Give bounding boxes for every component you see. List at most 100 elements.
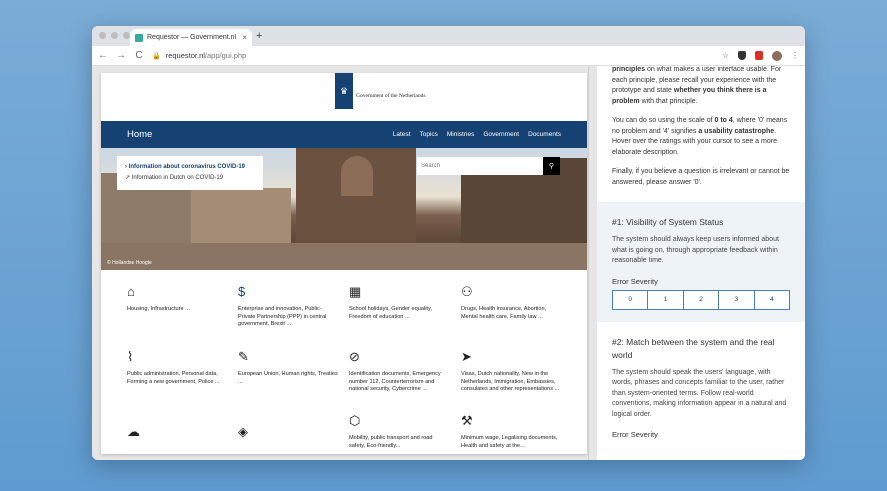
topic-public-admin[interactable]: ⌇ Public administration, Personal data, … xyxy=(127,349,227,386)
intro-paragraph-1: principles on what makes a user interfac… xyxy=(612,66,791,107)
questionnaire-panel: principles on what makes a user interfac… xyxy=(597,66,805,460)
intro-text-1d: with that principle. xyxy=(639,97,698,105)
dollar-icon: $ xyxy=(238,284,246,299)
gov-name: Government of the Netherlands xyxy=(356,93,426,99)
topic-education[interactable]: ▦ School holidays, Gender equality, Free… xyxy=(349,284,449,321)
topic-text: Housing, Infrastructure ... xyxy=(127,306,190,312)
intro-bold-scale: 0 to 4 xyxy=(714,117,733,124)
wrench-icon: ⚒ xyxy=(461,413,473,428)
topic-eu[interactable]: ✎ European Union, Human rights, Treaties… xyxy=(238,349,338,386)
topic-enterprise[interactable]: $ Enterprise and innovation, Public-Priv… xyxy=(238,284,338,329)
back-icon[interactable]: ← xyxy=(98,50,108,61)
topic-mobility[interactable]: ⬡ Mobility, public transport and road sa… xyxy=(349,413,449,450)
close-window-button[interactable] xyxy=(99,32,106,39)
lock-icon: 🔒 xyxy=(152,52,161,60)
severity-scale: 0 1 2 3 4 xyxy=(612,289,790,310)
favicon-icon xyxy=(135,33,143,42)
topic-text: Mobility, public transport and road safe… xyxy=(349,435,433,449)
covid-box: › Information about coronavirus COVID-19… xyxy=(117,156,263,190)
extension-icon[interactable] xyxy=(755,51,763,60)
box-icon: ⬡ xyxy=(349,413,361,428)
building-tower xyxy=(341,156,373,196)
topic-text: Drugs, Health insurance, Abortion, Menta… xyxy=(461,306,547,320)
browser-tab[interactable]: Requestor — Government.nl D × xyxy=(130,29,252,46)
url-domain: requestor.nl xyxy=(165,51,205,60)
hero-image: › Information about coronavirus COVID-19… xyxy=(101,148,587,270)
topic-layers[interactable]: ◈ xyxy=(238,424,338,446)
topics-grid: ⌂ Housing, Infrastructure ... $ Enterpri… xyxy=(101,270,587,454)
url-field[interactable]: 🔒 requestor.nl/app/gui.php xyxy=(152,51,714,60)
topic-housing[interactable]: ⌂ Housing, Infrastructure ... xyxy=(127,285,227,314)
covid-link-en[interactable]: › Information about coronavirus COVID-19 xyxy=(125,162,255,173)
nav-topics[interactable]: Topics xyxy=(419,131,437,138)
topic-visas[interactable]: ➤ Visas, Dutch nationality, New in the N… xyxy=(461,349,561,394)
panel-divider xyxy=(588,66,589,460)
send-icon: ➤ xyxy=(461,349,472,364)
topic-identification[interactable]: ⊘ Identification documents, Emergency nu… xyxy=(349,349,449,394)
edit-icon: ✎ xyxy=(238,349,249,364)
cloud-icon: ☁ xyxy=(127,424,140,439)
topic-text: Public administration, Personal data, Fo… xyxy=(127,371,220,385)
crest-logo-icon[interactable]: ♛ xyxy=(335,73,353,109)
nav-ministries[interactable]: Ministries xyxy=(447,131,474,138)
avatar[interactable] xyxy=(772,50,782,61)
address-bar-row: ← → C 🔒 requestor.nl/app/gui.php ☆ ⋮ xyxy=(92,46,805,66)
people-icon: ⚇ xyxy=(461,284,473,299)
topic-climate[interactable]: ☁ xyxy=(127,424,227,446)
tab-title: Requestor — Government.nl D xyxy=(147,34,239,41)
principle-description: The system should always keep users info… xyxy=(612,236,779,264)
intro-paragraph-3: Finally, if you believe a question is ir… xyxy=(612,168,790,186)
principle-description: The system should speak the users' langu… xyxy=(612,368,787,418)
no-entry-icon: ⊘ xyxy=(349,349,360,364)
url-path: /app/gui.php xyxy=(204,51,247,60)
building-mid-left xyxy=(191,188,291,243)
nav-latest[interactable]: Latest xyxy=(393,131,411,138)
search-input[interactable] xyxy=(417,157,543,175)
browser-window: Requestor — Government.nl D × + ← → C 🔒 … xyxy=(92,26,805,460)
intro-text-2a: You can do so using the scale of xyxy=(612,117,715,124)
severity-option-1[interactable]: 1 xyxy=(647,290,683,309)
minimize-window-button[interactable] xyxy=(111,32,118,39)
principle-2: #2: Match between the system and the rea… xyxy=(597,321,805,455)
toolbar-icons: ☆ ⋮ xyxy=(722,50,799,61)
tab-bar: Requestor — Government.nl D × + xyxy=(92,26,805,46)
layers-icon: ◈ xyxy=(238,424,248,439)
intro-paragraph-2: You can do so using the scale of 0 to 4,… xyxy=(612,116,791,158)
covid-link-nl-text: Information in Dutch on COVID-19 xyxy=(131,175,224,181)
prototype-frame: ♛ Government of the Netherlands Home Lat… xyxy=(101,73,587,454)
severity-option-3[interactable]: 3 xyxy=(718,290,754,309)
covid-link-en-text: Information about coronavirus COVID-19 xyxy=(128,164,246,170)
window-controls xyxy=(99,32,130,39)
topic-text: Minimum wage, Legalising documents, Heal… xyxy=(461,435,558,449)
new-tab-button[interactable]: + xyxy=(256,30,262,42)
topic-text: Visas, Dutch nationality, New in the Net… xyxy=(461,371,560,392)
severity-label: Error Severity xyxy=(612,276,658,286)
tab-close-icon[interactable]: × xyxy=(242,33,247,42)
principle-title: #2: Match between the system and the rea… xyxy=(612,336,775,360)
topic-text: School holidays, Gender equality, Freedo… xyxy=(349,306,432,320)
bookmark-star-icon[interactable]: ☆ xyxy=(722,51,729,60)
nav-documents[interactable]: Documents xyxy=(528,131,561,138)
covid-link-nl[interactable]: ↗ Information in Dutch on COVID-19 xyxy=(125,173,255,184)
severity-option-0[interactable]: 0 xyxy=(613,290,648,309)
severity-option-2[interactable]: 2 xyxy=(682,290,719,309)
reload-icon[interactable]: C xyxy=(134,50,144,61)
principle-1: #1: Visibility of System Status The syst… xyxy=(597,202,805,322)
menu-icon[interactable]: ⋮ xyxy=(791,51,799,60)
search-icon[interactable]: ⚲ xyxy=(543,157,560,175)
nav-government[interactable]: Government xyxy=(483,131,519,138)
nav-home[interactable]: Home xyxy=(127,129,393,140)
severity-option-4[interactable]: 4 xyxy=(753,290,790,309)
gov-header: ♛ Government of the Netherlands xyxy=(101,73,587,121)
calendar-icon: ▦ xyxy=(349,284,362,299)
topic-text: European Union, Human rights, Treaties .… xyxy=(238,371,338,385)
forward-icon[interactable]: → xyxy=(116,50,126,61)
topic-minimum-wage[interactable]: ⚒ Minimum wage, Legalising documents, He… xyxy=(461,413,561,450)
maximize-window-button[interactable] xyxy=(123,32,130,39)
topic-text: Identification documents, Emergency numb… xyxy=(349,371,441,392)
shield-icon[interactable] xyxy=(738,51,746,60)
topic-health[interactable]: ⚇ Drugs, Health insurance, Abortion, Men… xyxy=(461,284,561,321)
paperclip-icon: ⌇ xyxy=(127,349,134,364)
severity-label: Error Severity xyxy=(612,430,658,439)
main-nav: Home Latest Topics Ministries Government… xyxy=(101,121,587,148)
